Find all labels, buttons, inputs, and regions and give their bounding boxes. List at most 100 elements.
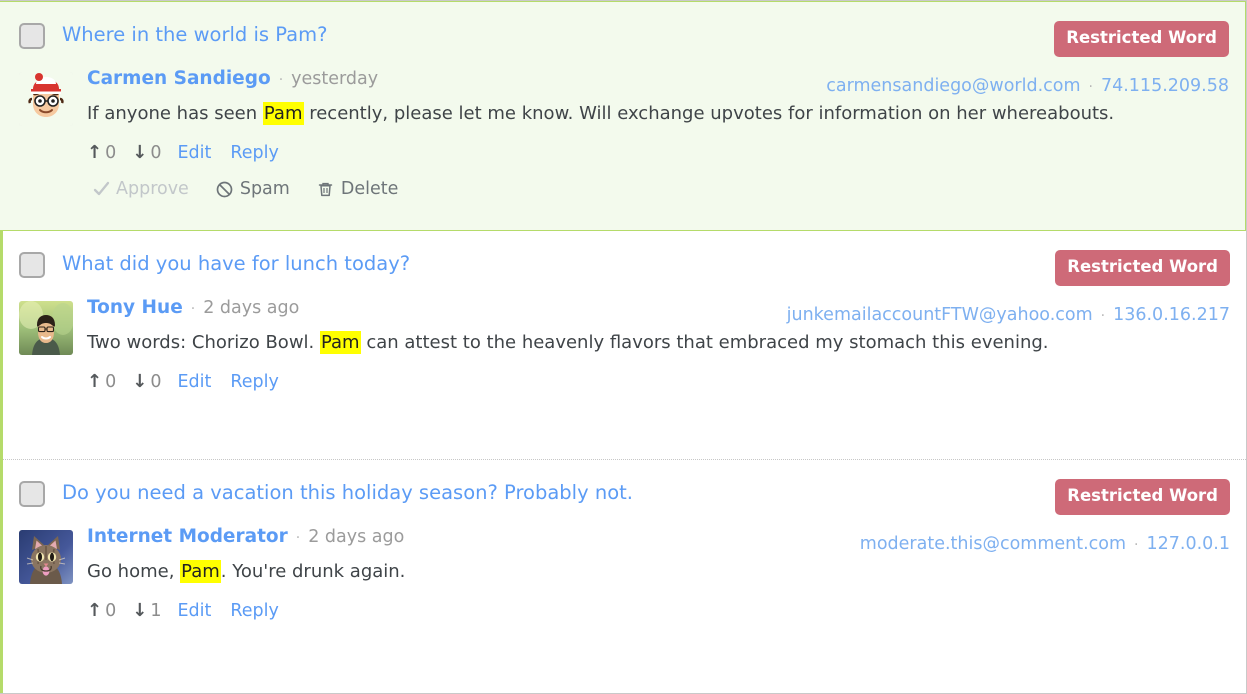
arrow-down-icon: ↓ xyxy=(132,371,148,392)
reply-link[interactable]: Reply xyxy=(230,601,278,621)
moderation-row[interactable]: Where in the world is Pam? Restricted Wo… xyxy=(0,1,1246,231)
status-badge[interactable]: Restricted Word xyxy=(1055,250,1230,286)
downvote-control[interactable]: ↓ 0 xyxy=(132,372,161,392)
comment-block: Tony Hue · 2 days ago junkemailaccountFT… xyxy=(19,297,1230,395)
upvote-control[interactable]: ↑ 0 xyxy=(87,601,116,621)
delete-button[interactable]: Delete xyxy=(316,179,399,199)
commenter-contact: moderate.this@comment.com · 127.0.0.1 xyxy=(860,534,1230,554)
arrow-down-icon: ↓ xyxy=(132,600,148,621)
comment-body: Internet Moderator · 2 days ago moderate… xyxy=(71,526,1230,624)
downvote-count: 1 xyxy=(150,601,162,621)
downvote-control[interactable]: ↓ 0 xyxy=(132,143,161,163)
comment-timestamp: 2 days ago xyxy=(308,527,405,547)
approve-button: Approve xyxy=(91,179,189,199)
spam-button[interactable]: Spam xyxy=(215,179,290,199)
commenter-ip-link[interactable]: 127.0.0.1 xyxy=(1147,534,1231,554)
comment-moderation-screen: Where in the world is Pam? Restricted Wo… xyxy=(0,0,1247,694)
comment-block: Carmen Sandiego · yesterday carmensandie… xyxy=(19,68,1229,202)
restricted-word-highlight: Pam xyxy=(180,560,221,583)
spam-label: Spam xyxy=(239,179,290,199)
upvote-control[interactable]: ↑ 0 xyxy=(87,372,116,392)
comment-meta: Internet Moderator · 2 days ago moderate… xyxy=(87,526,1230,554)
comment-text-before: Two words: Chorizo Bowl. xyxy=(87,332,320,353)
comment-body: Carmen Sandiego · yesterday carmensandie… xyxy=(71,68,1229,202)
moderation-row[interactable]: What did you have for lunch today? Restr… xyxy=(3,231,1246,459)
meta-separator: · xyxy=(278,72,284,88)
comment-text-before: If anyone has seen xyxy=(87,103,263,124)
row-select-checkbox[interactable] xyxy=(19,23,45,49)
commenter-email-link[interactable]: junkemailaccountFTW@yahoo.com xyxy=(787,305,1093,325)
edit-link[interactable]: Edit xyxy=(177,601,211,621)
comment-block: Internet Moderator · 2 days ago moderate… xyxy=(19,526,1230,624)
comment-text: Two words: Chorizo Bowl. Pam can attest … xyxy=(87,329,1230,356)
photo-portrait-avatar xyxy=(19,301,73,355)
edit-link[interactable]: Edit xyxy=(177,143,211,163)
restricted-word-highlight: Pam xyxy=(319,331,361,354)
meta-separator: · xyxy=(1088,79,1093,95)
status-badge[interactable]: Restricted Word xyxy=(1055,479,1230,515)
commenter-contact: carmensandiego@world.com · 74.115.209.58 xyxy=(826,76,1229,96)
moderation-list: Where in the world is Pam? Restricted Wo… xyxy=(0,0,1247,694)
comment-text: Go home, Pam. You're drunk again. xyxy=(87,558,1230,585)
reply-link[interactable]: Reply xyxy=(230,372,278,392)
restricted-word-highlight: Pam xyxy=(262,102,304,125)
row-select-checkbox[interactable] xyxy=(19,481,45,507)
upvote-count: 0 xyxy=(105,372,117,392)
comment-timestamp: yesterday xyxy=(291,69,379,89)
commenter-ip-link[interactable]: 136.0.16.217 xyxy=(1113,305,1230,325)
ban-icon xyxy=(215,179,235,199)
meta-separator: · xyxy=(295,530,301,546)
commenter-ip-link[interactable]: 74.115.209.58 xyxy=(1101,76,1229,96)
comment-actions: ↑ 0 ↓ 1 Edit Reply xyxy=(87,598,1230,624)
comment-text: If anyone has seen Pam recently, please … xyxy=(87,100,1229,127)
post-title-link[interactable]: Where in the world is Pam? xyxy=(62,20,327,50)
comment-text-after: . You're drunk again. xyxy=(220,561,406,582)
approve-label: Approve xyxy=(116,179,189,199)
upvote-control[interactable]: ↑ 0 xyxy=(87,143,116,163)
commenter-email-link[interactable]: carmensandiego@world.com xyxy=(826,76,1080,96)
status-badge[interactable]: Restricted Word xyxy=(1054,21,1229,57)
arrow-up-icon: ↑ xyxy=(87,142,103,163)
trash-icon xyxy=(316,179,336,199)
comment-text-before: Go home, xyxy=(87,561,181,582)
cat-photo-avatar xyxy=(19,530,73,584)
comment-meta: Carmen Sandiego · yesterday carmensandie… xyxy=(87,68,1229,96)
arrow-up-icon: ↑ xyxy=(87,371,103,392)
row-header: Where in the world is Pam? Restricted Wo… xyxy=(19,20,1229,57)
meta-separator: · xyxy=(190,301,196,317)
downvote-count: 0 xyxy=(150,372,162,392)
moderation-row[interactable]: Do you need a vacation this holiday seas… xyxy=(3,459,1246,691)
row-header: What did you have for lunch today? Restr… xyxy=(19,249,1230,286)
downvote-control[interactable]: ↓ 1 xyxy=(132,601,161,621)
moderation-rows: Where in the world is Pam? Restricted Wo… xyxy=(0,1,1246,693)
edit-link[interactable]: Edit xyxy=(177,372,211,392)
row-header: Do you need a vacation this holiday seas… xyxy=(19,478,1230,515)
moderation-actions: Approve Spam Delete xyxy=(87,176,1229,202)
comment-meta: Tony Hue · 2 days ago junkemailaccountFT… xyxy=(87,297,1230,325)
upvote-count: 0 xyxy=(105,601,117,621)
commenter-email-link[interactable]: moderate.this@comment.com xyxy=(860,534,1126,554)
meta-separator: · xyxy=(1134,537,1139,553)
comment-text-after: recently, please let me know. Will excha… xyxy=(303,103,1115,124)
post-title-link[interactable]: Do you need a vacation this holiday seas… xyxy=(62,478,633,508)
comment-body: Tony Hue · 2 days ago junkemailaccountFT… xyxy=(71,297,1230,395)
comment-author-link[interactable]: Tony Hue xyxy=(87,297,183,318)
post-title-link[interactable]: What did you have for lunch today? xyxy=(62,249,410,279)
reply-link[interactable]: Reply xyxy=(230,143,278,163)
upvote-count: 0 xyxy=(105,143,117,163)
check-icon xyxy=(91,179,111,199)
comment-author-link[interactable]: Internet Moderator xyxy=(87,526,288,547)
comment-timestamp: 2 days ago xyxy=(203,298,300,318)
comment-actions: ↑ 0 ↓ 0 Edit Reply xyxy=(87,369,1230,395)
arrow-down-icon: ↓ xyxy=(132,142,148,163)
comment-author-link[interactable]: Carmen Sandiego xyxy=(87,68,271,89)
commenter-contact: junkemailaccountFTW@yahoo.com · 136.0.16… xyxy=(787,305,1230,325)
arrow-up-icon: ↑ xyxy=(87,600,103,621)
waldo-avatar xyxy=(19,72,73,126)
row-select-checkbox[interactable] xyxy=(19,252,45,278)
comment-actions: ↑ 0 ↓ 0 Edit Reply xyxy=(87,140,1229,166)
meta-separator: · xyxy=(1100,308,1106,324)
downvote-count: 0 xyxy=(150,143,162,163)
comment-text-after: can attest to the heavenly flavors that … xyxy=(360,332,1049,353)
delete-label: Delete xyxy=(340,179,399,199)
